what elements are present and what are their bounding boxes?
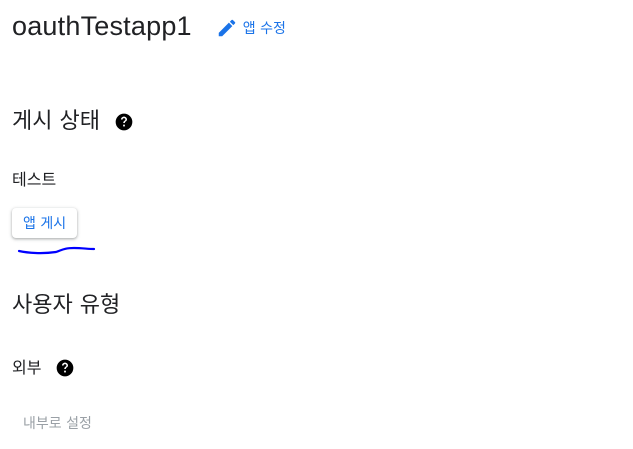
user-type-heading: 사용자 유형 bbox=[12, 291, 120, 321]
publish-status-value: 테스트 bbox=[12, 170, 57, 189]
edit-app-link[interactable]: 앱 수정 bbox=[216, 17, 286, 39]
make-internal-button: 내부로 설정 bbox=[12, 408, 103, 438]
user-type-title: 사용자 유형 bbox=[12, 293, 121, 318]
publish-app-button[interactable]: 앱 게시 bbox=[12, 208, 78, 238]
pencil-icon bbox=[218, 19, 236, 37]
publish-status-title: 게시 상태 bbox=[12, 109, 100, 134]
app-header: oauthTestapp1 앱 수정 bbox=[12, 6, 286, 46]
oauth-consent-page: oauthTestapp1 앱 수정 게시 상태 테스트 앱 게시 사용자 유형… bbox=[0, 0, 633, 449]
help-icon[interactable] bbox=[114, 112, 134, 132]
annotation-underline bbox=[17, 246, 96, 255]
user-type-value: 외부 bbox=[12, 358, 42, 377]
edit-app-label: 앱 수정 bbox=[242, 21, 286, 37]
help-icon[interactable] bbox=[55, 358, 75, 378]
app-name: oauthTestapp1 bbox=[12, 11, 192, 41]
publish-status-heading: 게시 상태 bbox=[12, 107, 134, 137]
user-type-row: 외부 bbox=[12, 357, 75, 379]
